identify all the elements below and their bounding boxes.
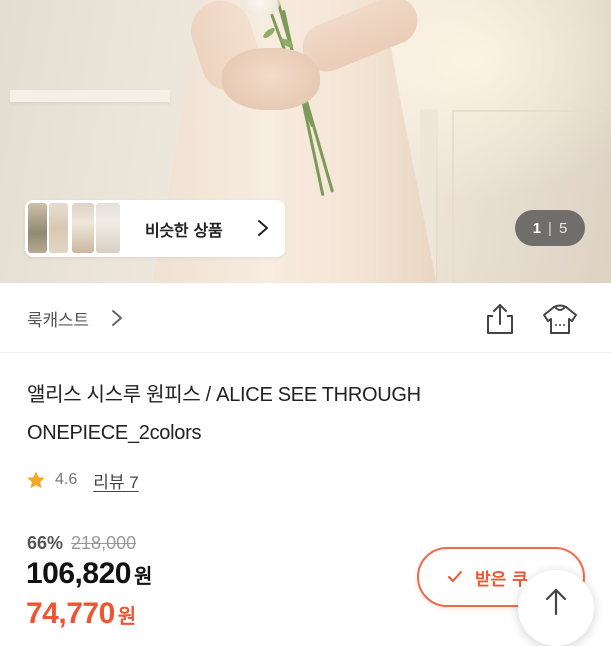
similar-thumbnail: [72, 203, 94, 253]
share-icon[interactable]: [482, 301, 518, 337]
original-price: 218,000: [71, 533, 137, 553]
page-current: 1: [532, 219, 542, 237]
star-icon: [27, 471, 45, 489]
price-row: 106,820 원: [26, 557, 152, 591]
coupon-price-row: 74,770 원: [26, 597, 136, 631]
check-icon: [448, 571, 462, 582]
price-unit: 원: [133, 564, 153, 588]
image-page-counter: 1 | 5: [515, 210, 585, 246]
photo-background-molding: [10, 90, 170, 102]
similar-thumbnail: [49, 203, 68, 253]
sale-price: 106,820: [26, 557, 131, 590]
rating-score: 4.6: [55, 471, 78, 488]
scroll-to-top-button[interactable]: [518, 570, 594, 646]
coupon-button-label: 받은 쿠: [475, 570, 528, 590]
similar-thumbnail: [28, 203, 47, 253]
coupon-price-unit: 원: [117, 604, 137, 628]
discount-row: 66% 218,000: [27, 533, 136, 554]
brand-row: 룩캐스트: [0, 283, 611, 353]
rating-row: 4.6 리뷰 7: [26, 468, 139, 492]
chevron-right-icon[interactable]: [110, 308, 124, 328]
chevron-right-icon: [258, 220, 268, 236]
product-title: 앨리스 시스루 원피스 / ALICE SEE THROUGH ONEPIECE…: [27, 376, 587, 452]
similar-products-button[interactable]: 비슷한 상품: [25, 200, 285, 257]
page-separator: |: [548, 219, 552, 237]
photo-hands: [222, 48, 320, 110]
product-title-line: 앨리스 시스루 원피스 / ALICE SEE THROUGH: [27, 384, 421, 406]
product-image-carousel[interactable]: 비슷한 상품 1 | 5: [0, 0, 611, 283]
arrow-up-icon: [545, 588, 567, 616]
hanger-icon[interactable]: [540, 301, 580, 337]
photo-background-door-panel: [452, 110, 604, 283]
product-title-line: ONEPIECE_2colors: [27, 422, 202, 444]
review-link[interactable]: 리뷰 7: [93, 468, 138, 493]
similar-thumbnail: [96, 203, 120, 253]
discount-percent: 66%: [27, 533, 64, 553]
page-total: 5: [558, 219, 568, 237]
similar-products-label: 비슷한 상품: [145, 221, 223, 240]
brand-link[interactable]: 룩캐스트: [27, 306, 89, 331]
coupon-price: 74,770: [26, 597, 115, 630]
